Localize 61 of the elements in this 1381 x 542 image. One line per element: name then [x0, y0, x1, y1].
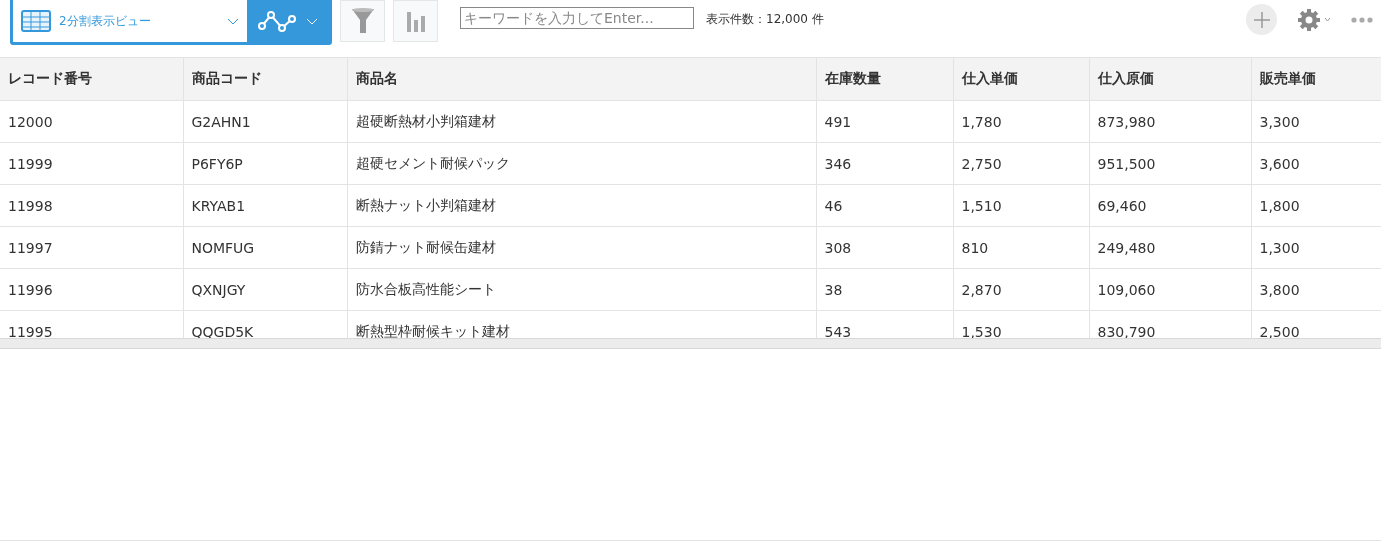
- settings-icon: [1297, 7, 1321, 32]
- table-cell: 109,060: [1089, 268, 1251, 311]
- table-cell: 810: [953, 226, 1089, 269]
- column-header[interactable]: 在庫数量: [816, 58, 953, 101]
- table-cell: 1,800: [1251, 184, 1381, 227]
- table-cell: 11996: [0, 268, 183, 311]
- column-header[interactable]: 商品名: [347, 58, 816, 101]
- table-cell: 3,600: [1251, 142, 1381, 185]
- chevron-down-icon: [306, 17, 318, 25]
- table-cell: 断熱ナット小判箱建材: [347, 184, 816, 227]
- add-record-button[interactable]: [1246, 4, 1277, 35]
- table-cell: 11997: [0, 226, 183, 269]
- table-cell: QXNJGY: [183, 268, 347, 311]
- table-cell: 873,980: [1089, 100, 1251, 143]
- settings-button[interactable]: [1297, 7, 1331, 32]
- funnel-icon: [350, 7, 375, 35]
- more-options-button[interactable]: [1351, 16, 1373, 23]
- table-cell: 2,870: [953, 268, 1089, 311]
- table-icon: [21, 10, 51, 32]
- chart-button[interactable]: [393, 0, 438, 42]
- table-cell: 491: [816, 100, 953, 143]
- table-cell: 超硬断熱材小判箱建材: [347, 100, 816, 143]
- table-cell: 11998: [0, 184, 183, 227]
- table-cell: 2,750: [953, 142, 1089, 185]
- keyword-search-field[interactable]: キーワードを入力してEnter...: [460, 7, 694, 29]
- table-cell: 46: [816, 184, 953, 227]
- table-cell: NOMFUG: [183, 226, 347, 269]
- line-graph-icon: [258, 9, 296, 33]
- more-icon: [1351, 16, 1373, 23]
- table-cell: 12000: [0, 100, 183, 143]
- table-cell: 346: [816, 142, 953, 185]
- table-cell: KRYAB1: [183, 184, 347, 227]
- column-header[interactable]: 仕入原価: [1089, 58, 1251, 101]
- table-cell: 1,300: [1251, 226, 1381, 269]
- pane-splitter[interactable]: [0, 338, 1381, 349]
- chevron-down-icon: [1324, 17, 1331, 22]
- table-cell: 69,460: [1089, 184, 1251, 227]
- chevron-down-icon: [227, 17, 239, 25]
- column-header[interactable]: 商品コード: [183, 58, 347, 101]
- plus-icon: [1253, 11, 1270, 28]
- table-cell: 3,300: [1251, 100, 1381, 143]
- bar-chart-icon: [405, 10, 426, 32]
- filter-button[interactable]: [340, 0, 385, 42]
- table-cell: 防水合板高性能シート: [347, 268, 816, 311]
- column-header[interactable]: 仕入単価: [953, 58, 1089, 101]
- table-cell: 38: [816, 268, 953, 311]
- table-cell: 超硬セメント耐候パック: [347, 142, 816, 185]
- table-cell: 951,500: [1089, 142, 1251, 185]
- table-cell: 11999: [0, 142, 183, 185]
- column-header[interactable]: 販売単価: [1251, 58, 1381, 101]
- table-cell: 3,800: [1251, 268, 1381, 311]
- table-cell: 1,510: [953, 184, 1089, 227]
- table-cell: 308: [816, 226, 953, 269]
- record-count: 表示件数：12,000 件: [706, 11, 824, 28]
- table-cell: P6FY6P: [183, 142, 347, 185]
- view-name: 2分割表示ビュー: [59, 12, 152, 30]
- table-cell: 1,780: [953, 100, 1089, 143]
- table-cell: 防錆ナット耐候缶建材: [347, 226, 816, 269]
- column-header[interactable]: レコード番号: [0, 58, 183, 101]
- table-cell: 249,480: [1089, 226, 1251, 269]
- table-cell: G2AHN1: [183, 100, 347, 143]
